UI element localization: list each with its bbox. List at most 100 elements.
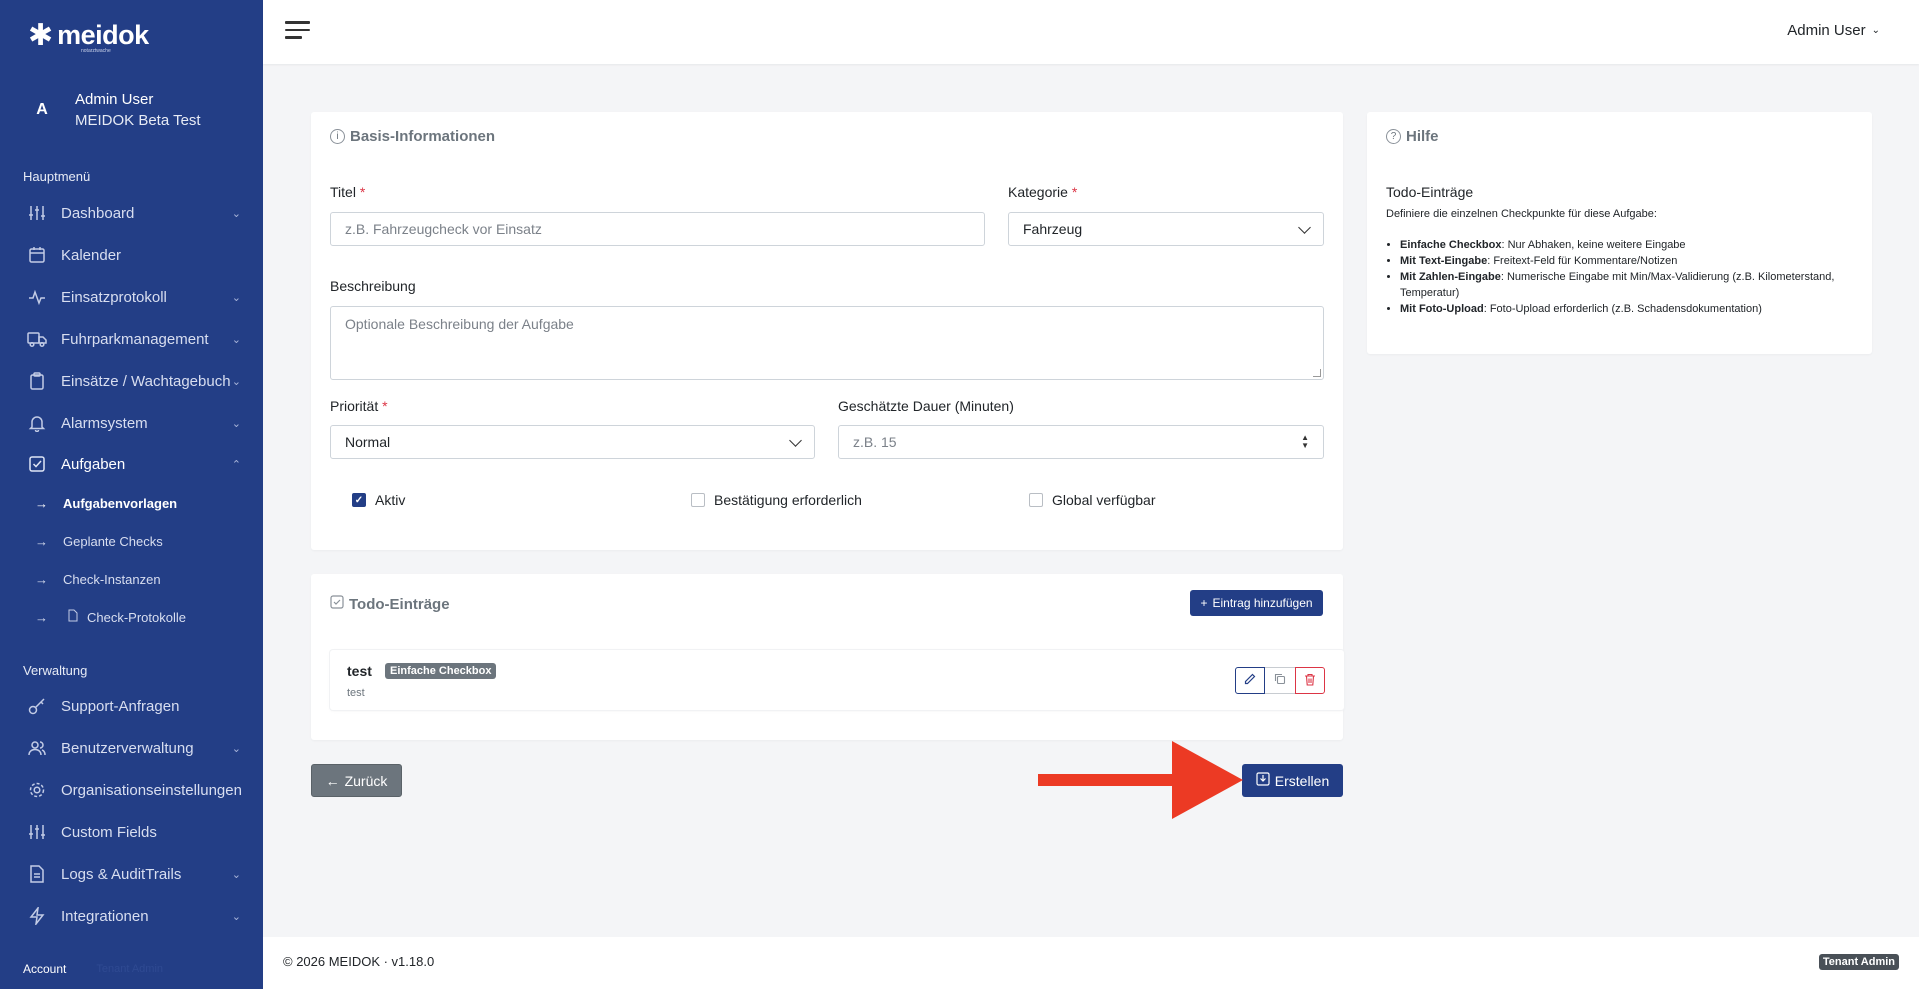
button-label: Zurück <box>344 772 388 789</box>
sidebar-item-dashboard[interactable]: Dashboard ⌄ <box>0 198 263 228</box>
select-value: Fahrzeug <box>1023 221 1083 237</box>
help-card: ? Hilfe Todo-Einträge Definiere die einz… <box>1367 112 1872 354</box>
sidebar-subitem-check-instanzen[interactable]: → Check-Instanzen <box>0 566 263 592</box>
user-organization: MEIDOK Beta Test <box>75 112 201 129</box>
sidebar-item-benutzerverwaltung[interactable]: Benutzerverwaltung ⌄ <box>0 733 263 763</box>
sliders-icon <box>27 822 47 842</box>
sidebar-item-fuhrparkmanagement[interactable]: Fuhrparkmanagement ⌄ <box>0 324 263 354</box>
check-square-icon <box>330 595 344 613</box>
sidebar-subitem-check-protokolle[interactable]: → Check-Protokolle <box>0 604 263 630</box>
checkbox-global[interactable]: Global verfügbar <box>1029 492 1156 508</box>
delete-button[interactable] <box>1295 667 1325 694</box>
duration-label: Geschätzte Dauer (Minuten) <box>838 398 1014 414</box>
chevron-down-icon: ⌄ <box>231 207 241 220</box>
spinner-icon[interactable]: ▲ ▼ <box>1301 434 1309 450</box>
duplicate-button[interactable] <box>1265 667 1295 694</box>
chevron-down-icon: ⌄ <box>231 375 241 388</box>
priority-select[interactable]: Normal <box>330 425 815 459</box>
card-title: ? Hilfe <box>1386 128 1439 145</box>
checkbox-aktiv[interactable]: ✓ Aktiv <box>352 492 405 508</box>
calendar-icon <box>27 245 47 265</box>
edit-button[interactable] <box>1235 667 1265 694</box>
basis-card: i Basis-Informationen Titel * z.B. Fahrz… <box>311 112 1343 550</box>
button-label: Erstellen <box>1274 772 1330 789</box>
account-row[interactable]: Account Tenant Admin <box>0 949 263 989</box>
duration-input[interactable]: z.B. 15 ▲ ▼ <box>838 425 1324 459</box>
add-entry-button[interactable]: + Eintrag hinzufügen <box>1190 590 1323 616</box>
label-text: Titel <box>330 184 356 200</box>
sidebar-item-kalender[interactable]: Kalender <box>0 240 263 270</box>
sidebar-item-aufgaben[interactable]: Aufgaben ⌃ <box>0 449 263 479</box>
brand-name: meidok <box>57 20 149 50</box>
chevron-down-icon: ⌄ <box>231 291 241 304</box>
sliders-icon <box>27 203 47 223</box>
chevron-down-icon <box>1298 221 1311 234</box>
arrow-right-icon: → <box>35 533 48 549</box>
annotation-arrow-icon <box>1038 741 1243 819</box>
user-menu[interactable]: Admin User ⌄ <box>1787 22 1880 39</box>
help-intro: Definiere die einzelnen Checkpunkte für … <box>1386 208 1657 220</box>
back-button[interactable]: ← Zurück <box>311 764 402 797</box>
label-text: Kategorie <box>1008 184 1068 200</box>
sidebar-item-label: Logs & AuditTrails <box>61 865 182 883</box>
category-select[interactable]: Fahrzeug <box>1008 212 1324 246</box>
sidebar-item-label: Dashboard <box>61 204 135 222</box>
sidebar-item-integrationen[interactable]: Integrationen ⌄ <box>0 901 263 931</box>
chevron-down-icon: ⌄ <box>231 868 241 881</box>
sidebar-subitem-label: Geplante Checks <box>63 533 163 549</box>
todo-description: test <box>347 687 365 699</box>
sidebar-item-einsatzprotokoll[interactable]: Einsatzprotokoll ⌄ <box>0 282 263 312</box>
card-title-text: Hilfe <box>1406 128 1439 145</box>
card-title: Todo-Einträge <box>330 595 450 613</box>
menu-toggle-icon[interactable] <box>285 21 310 41</box>
button-label: Eintrag hinzufügen <box>1212 596 1313 610</box>
todo-card: Todo-Einträge + Eintrag hinzufügen test … <box>311 574 1344 740</box>
checkbox-icon[interactable] <box>1029 493 1043 507</box>
help-term: Mit Zahlen-Eingabe <box>1400 271 1501 283</box>
sidebar-item-organisationseinstellungen[interactable]: Organisationseinstellungen <box>0 775 263 805</box>
sidebar-item-custom-fields[interactable]: Custom Fields <box>0 817 263 847</box>
user-name: Admin User <box>75 91 154 108</box>
pulse-icon <box>27 287 47 307</box>
user-profile[interactable]: A Admin User MEIDOK Beta Test <box>22 89 201 131</box>
checkbox-bestaetigung[interactable]: Bestätigung erforderlich <box>691 492 862 508</box>
card-title: i Basis-Informationen <box>330 128 495 145</box>
resize-handle-icon[interactable] <box>1313 369 1321 377</box>
account-label: Account <box>23 962 67 976</box>
select-value: Normal <box>345 434 391 450</box>
sidebar-item-alarmsystem[interactable]: Alarmsystem ⌄ <box>0 408 263 438</box>
sidebar-item-logs[interactable]: Logs & AuditTrails ⌄ <box>0 859 263 889</box>
brand-logo[interactable]: ✱ meidok <box>28 20 149 51</box>
brand-tagline: notarztwache <box>81 48 111 54</box>
chevron-down-icon: ⌄ <box>231 910 241 923</box>
chevron-down-icon <box>789 434 802 447</box>
sidebar-item-einsaetze[interactable]: Einsätze / Wachtagebuch ⌄ <box>0 366 263 396</box>
truck-icon <box>27 329 47 349</box>
copy-icon <box>1274 673 1286 688</box>
pencil-icon <box>1244 673 1256 688</box>
sidebar-item-support-anfragen[interactable]: Support-Anfragen <box>0 691 263 721</box>
sidebar-item-label: Organisationseinstellungen <box>61 781 242 799</box>
help-item: Mit Text-Eingabe: Freitext-Feld für Komm… <box>1400 253 1840 269</box>
checkbox-checked-icon[interactable]: ✓ <box>352 493 366 507</box>
chevron-down-icon: ⌄ <box>231 333 241 346</box>
title-label: Titel * <box>330 184 365 200</box>
arrow-right-icon: → <box>35 495 48 511</box>
chevron-down-icon: ⌄ <box>231 742 241 755</box>
sidebar-item-label: Alarmsystem <box>61 414 148 432</box>
document-icon <box>27 864 47 884</box>
todo-name: test <box>347 663 372 679</box>
create-button[interactable]: Erstellen <box>1242 764 1343 797</box>
sidebar-subitem-aufgabenvorlagen[interactable]: → Aufgabenvorlagen <box>0 490 263 516</box>
chevron-down-icon: ⌄ <box>1871 25 1880 36</box>
sidebar-subitem-geplante-checks[interactable]: → Geplante Checks <box>0 528 263 554</box>
sidebar-subitem-label: Check-Instanzen <box>63 571 161 587</box>
help-item: Mit Zahlen-Eingabe: Numerische Eingabe m… <box>1400 269 1840 301</box>
required-mark: * <box>1071 184 1078 200</box>
description-textarea[interactable]: Optionale Beschreibung der Aufgabe <box>330 306 1324 380</box>
footer: © 2026 MEIDOK · v1.18.0 Tenant Admin <box>263 937 1919 989</box>
checkbox-icon[interactable] <box>691 493 705 507</box>
user-menu-label: Admin User <box>1787 22 1866 39</box>
arrow-right-icon: → <box>35 571 48 587</box>
title-input[interactable]: z.B. Fahrzeugcheck vor Einsatz <box>330 212 985 246</box>
